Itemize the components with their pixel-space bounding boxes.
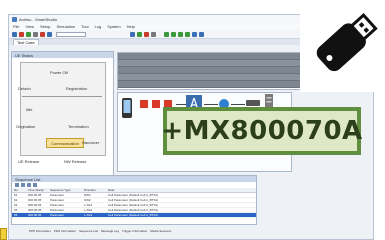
state-detach[interactable]: Detach (18, 86, 31, 91)
log-row[interactable] (118, 74, 316, 81)
tab-trigger-information[interactable]: Trigger Information (122, 229, 147, 233)
link-line (176, 104, 186, 105)
cell-data: Cell Parameter (Default Cell A_BTS1) (108, 198, 159, 202)
cell-no: 63 (14, 203, 18, 207)
tab-pdn-information[interactable]: PDN Information (54, 229, 76, 233)
state-divider (22, 96, 102, 97)
cell-direction: L-TE2 (84, 208, 93, 212)
led-1-icon (164, 31, 169, 37)
cell-type: Parameter (50, 193, 65, 197)
record-icon[interactable] (40, 31, 45, 37)
cell-time: 000:00:05 (28, 198, 42, 202)
disconnect-icon[interactable] (144, 31, 149, 37)
cell-data: Cell Parameter (Default Cell A_BTS1) (108, 203, 159, 207)
cell-type: Parameter (50, 198, 65, 202)
cell-type: Parameter (50, 203, 65, 207)
menu-view[interactable]: View (25, 24, 34, 29)
cell-time: 000:00:05 (28, 193, 42, 197)
tab-sequence-list[interactable]: Sequence List (79, 229, 98, 233)
cell-direction: NW2 (84, 198, 91, 202)
cell-time: 000:00:05 (28, 203, 42, 207)
col-type[interactable]: Sequence Type (48, 188, 82, 192)
filter-icon[interactable] (15, 183, 19, 187)
led-4-icon (185, 31, 190, 37)
log-row[interactable] (118, 81, 316, 88)
led-2-icon (171, 31, 176, 37)
state-ue-release[interactable]: UE Release (18, 159, 39, 164)
menu-file[interactable]: File (13, 24, 19, 29)
menu-help[interactable]: Help (127, 24, 135, 29)
menu-simulation[interactable]: Simulation (57, 24, 76, 29)
state-idle[interactable]: Idle (26, 107, 32, 112)
led-6-icon (199, 31, 204, 37)
table-row-selected[interactable]: 65 000:00:05 Parameter L-TE3 Cell Parame… (12, 213, 256, 218)
phone-icon[interactable] (120, 97, 134, 119)
state-nw-release[interactable]: NW Release (64, 159, 86, 164)
cell-type: Parameter (50, 208, 65, 212)
edge-decoration (0, 228, 7, 240)
col-time[interactable]: Time Stamp (26, 188, 48, 192)
log-row[interactable] (118, 60, 316, 67)
window-title: Anritsu - SmartStudio (19, 16, 58, 22)
cell-data: Cell Parameter (Default Cell A_BTS1) (108, 193, 159, 197)
state-termination[interactable]: Termination (68, 124, 89, 129)
connect-icon[interactable] (137, 31, 142, 37)
led-3-icon (178, 31, 183, 37)
tab-test-case[interactable]: Test Case (13, 39, 39, 45)
export-icon[interactable] (27, 183, 31, 187)
menu-setup[interactable]: Setup (40, 24, 50, 29)
tab-media-sessions[interactable]: Media Sessions (150, 229, 171, 233)
ue-status-title: UE Status (12, 52, 113, 58)
menu-tool[interactable]: Tool (81, 24, 88, 29)
menu-log[interactable]: Log (95, 24, 102, 29)
cell-time: 000:00:05 (28, 208, 42, 212)
state-power-off[interactable]: Power Off (50, 70, 68, 75)
open-icon[interactable] (47, 31, 52, 37)
col-direction[interactable]: Direction (82, 188, 106, 192)
state-handover[interactable]: Handover (82, 140, 99, 145)
ue-status-pane: UE Status Power Off Detach Registration … (11, 51, 114, 183)
link-line (204, 104, 218, 105)
save-icon[interactable] (33, 31, 38, 37)
cell-direction: L-TE1 (84, 203, 93, 207)
tab-message-log[interactable]: Message Log (101, 229, 119, 233)
cell-no: 61 (14, 193, 18, 197)
run-icon[interactable] (26, 31, 31, 37)
status-tab-strip: PPP Information PDN Information Sequence… (11, 228, 257, 234)
log-row[interactable] (118, 67, 316, 74)
link-line (231, 104, 245, 105)
new-icon[interactable] (12, 31, 17, 37)
cell-no: 64 (14, 208, 18, 212)
app-icon (12, 16, 17, 22)
scenario-select[interactable] (56, 31, 86, 37)
part-number-text: +MX800070A (161, 116, 363, 146)
cell-no: 62 (14, 198, 18, 202)
state-registration[interactable]: Registration (66, 86, 87, 91)
refresh-icon[interactable] (130, 31, 135, 37)
cell-data: Cell Parameter (Default Cell A_BTS1) (108, 213, 159, 217)
find-icon[interactable] (33, 183, 37, 187)
col-data[interactable]: Data (106, 188, 246, 192)
clear-icon[interactable] (21, 183, 25, 187)
settings-icon[interactable] (151, 31, 156, 37)
message-log-pane (117, 52, 317, 90)
tab-ppp-information[interactable]: PPP Information (29, 229, 51, 233)
part-number-callout: +MX800070A (161, 107, 363, 155)
menu-system[interactable]: System (107, 24, 120, 29)
sequence-list-pane: Sequence List No. Time Stamp Sequence Ty… (11, 175, 257, 225)
cell-time: 000:00:05 (28, 213, 42, 217)
log-row[interactable] (118, 53, 316, 60)
led-5-icon (192, 31, 197, 37)
col-no[interactable]: No. (12, 188, 26, 192)
state-communication[interactable]: Communication (46, 138, 84, 148)
state-origination[interactable]: Origination (16, 124, 35, 129)
cell-direction: L-TE3 (84, 213, 93, 217)
cell-direction: NW1 (84, 193, 91, 197)
cell-data: Cell Parameter (Default Cell A_BTS1) (108, 208, 159, 212)
stop-icon[interactable] (19, 31, 24, 37)
cell-type: Parameter (50, 213, 65, 217)
usb-stick-icon (300, 0, 385, 92)
cell-no: 65 (14, 213, 18, 217)
